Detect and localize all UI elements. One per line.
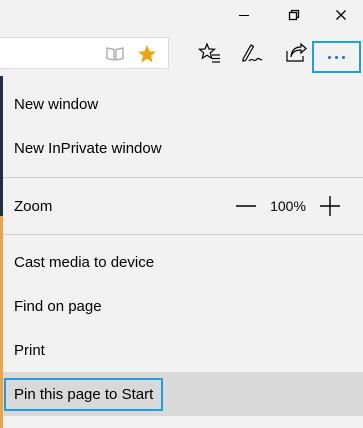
toolbar bbox=[0, 30, 363, 76]
menu-item-label: Print bbox=[14, 341, 45, 359]
menu-item-new-window[interactable]: New window bbox=[3, 82, 363, 126]
zoom-label: Zoom bbox=[14, 197, 53, 215]
plus-icon bbox=[320, 196, 340, 216]
menu-item-label: Find on page bbox=[14, 297, 102, 315]
address-bar[interactable] bbox=[0, 37, 169, 69]
close-icon bbox=[336, 10, 346, 20]
more-actions-icon bbox=[328, 55, 345, 59]
more-actions-button[interactable] bbox=[312, 41, 361, 73]
close-button[interactable] bbox=[318, 0, 363, 30]
menu-divider bbox=[3, 234, 363, 235]
menu-item-new-inprivate-window[interactable]: New InPrivate window bbox=[3, 126, 363, 170]
restore-icon bbox=[288, 9, 300, 21]
zoom-level: 100% bbox=[270, 198, 306, 214]
menu-item-label: New InPrivate window bbox=[14, 139, 162, 157]
reading-view-icon[interactable] bbox=[104, 44, 126, 64]
hub-icon[interactable] bbox=[196, 39, 224, 67]
minimize-button[interactable] bbox=[221, 0, 267, 30]
menu-divider bbox=[3, 177, 363, 178]
zoom-in-button[interactable] bbox=[317, 193, 343, 219]
title-bar bbox=[0, 0, 363, 30]
menu-item-print[interactable]: Print bbox=[3, 328, 363, 372]
menu-item-zoom: Zoom 100% bbox=[3, 184, 363, 228]
menu-item-find-on-page[interactable]: Find on page bbox=[3, 284, 363, 328]
menu-item-label: Cast media to device bbox=[14, 253, 155, 271]
menu-item-label: New window bbox=[14, 95, 99, 113]
favorite-star-icon[interactable] bbox=[136, 44, 158, 64]
menu-item-cast-media[interactable]: Cast media to device bbox=[3, 240, 363, 284]
share-icon[interactable] bbox=[282, 39, 310, 67]
minus-icon bbox=[236, 205, 256, 207]
restore-button[interactable] bbox=[271, 0, 317, 30]
more-actions-menu: New window New InPrivate window Zoom 100… bbox=[3, 76, 363, 428]
zoom-controls: 100% bbox=[233, 184, 343, 228]
zoom-out-button[interactable] bbox=[233, 193, 259, 219]
minimize-icon bbox=[239, 15, 249, 16]
highlight-box bbox=[4, 378, 163, 411]
web-note-icon[interactable] bbox=[238, 39, 266, 67]
